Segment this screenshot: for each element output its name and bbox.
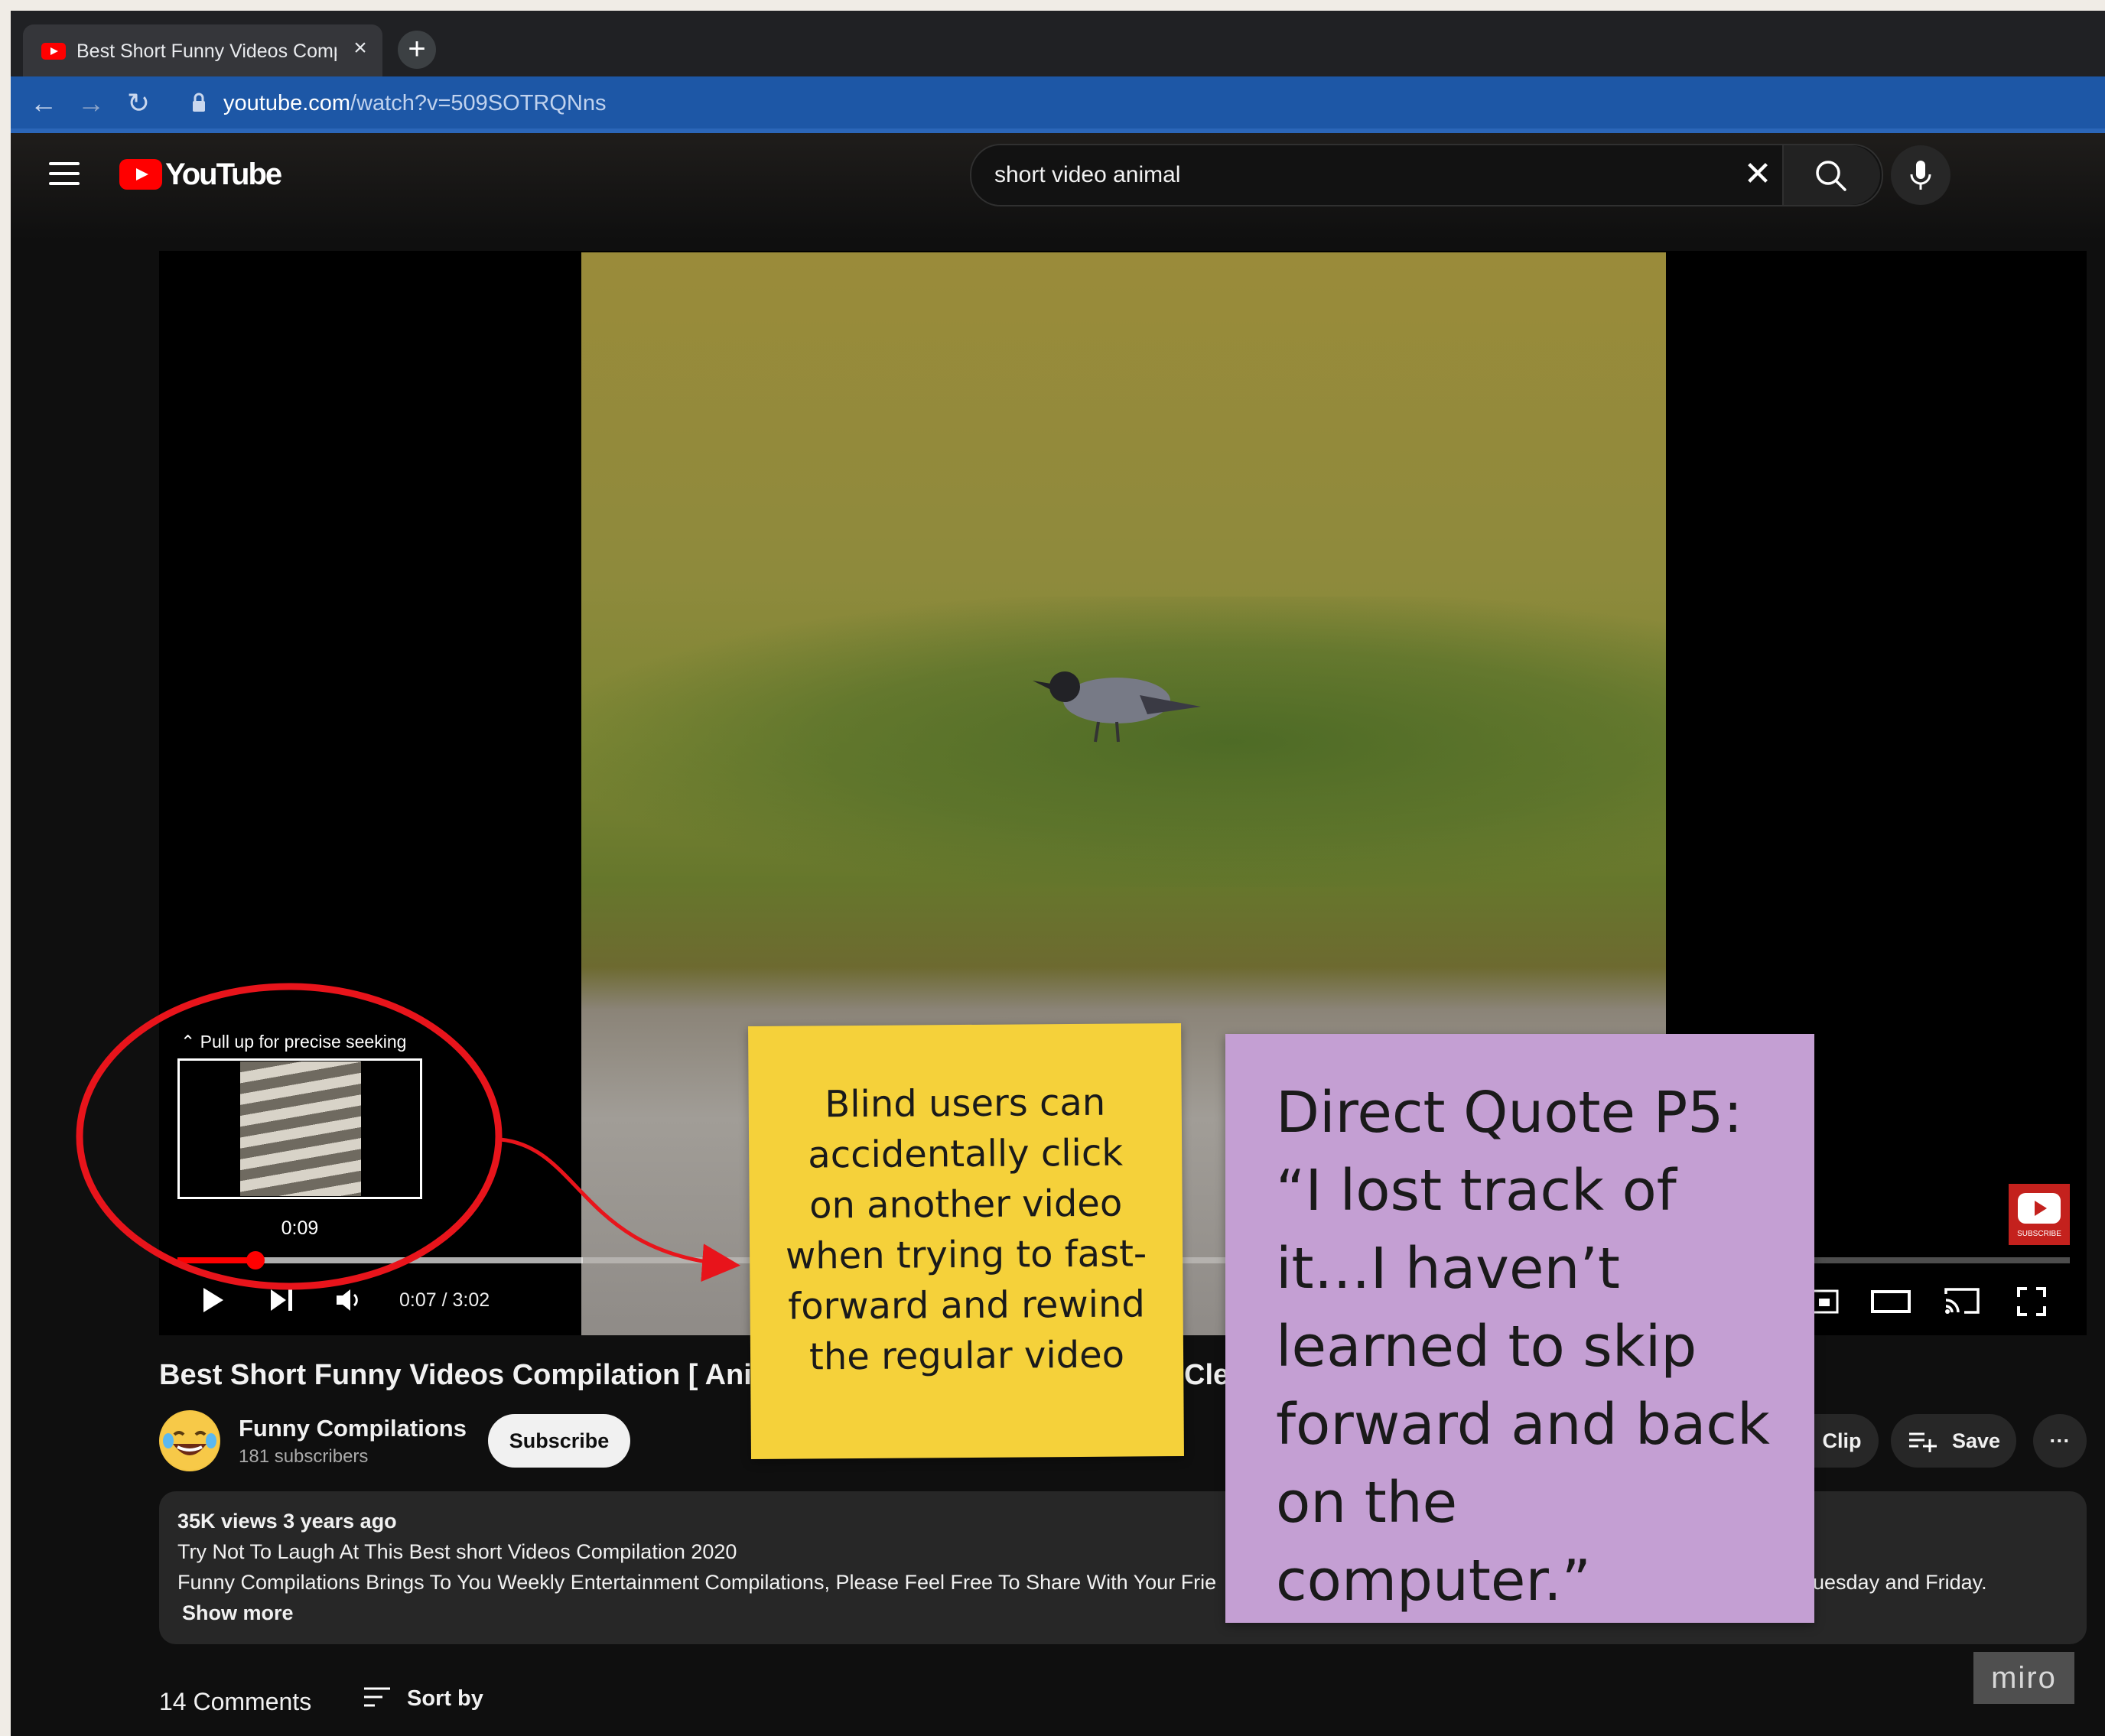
url-domain: youtube.com	[223, 91, 351, 115]
sort-icon[interactable]	[363, 1684, 392, 1712]
voice-search-button[interactable]	[1891, 145, 1950, 205]
subscribe-watermark-label: SUBSCRIBE	[2017, 1230, 2061, 1238]
new-tab-button[interactable]: +	[398, 31, 436, 69]
channel-name[interactable]: Funny Compilations	[239, 1412, 467, 1445]
tab-title[interactable]: Best Short Funny Videos Comp	[76, 38, 337, 64]
crow-image	[1033, 671, 1201, 743]
description-line-2: Funny Compilations Brings To You Weekly …	[177, 1571, 1217, 1594]
search-button[interactable]	[1782, 145, 1880, 205]
purple-sticky-note-text: Direct Quote P5: “I lost track of it…I h…	[1276, 1080, 1770, 1614]
progress-scrubber-handle[interactable]	[246, 1251, 265, 1269]
view-count-date: 35K views 3 years ago	[177, 1510, 397, 1533]
youtube-favicon-icon	[41, 43, 66, 60]
lock-icon[interactable]	[191, 92, 207, 113]
youtube-logo-text[interactable]: YouTube	[165, 153, 282, 196]
subscriber-count: 181 subscribers	[239, 1446, 369, 1467]
save-label: Save	[1952, 1429, 2001, 1452]
seek-preview-time: 0:09	[281, 1217, 319, 1239]
fullscreen-icon[interactable]	[2016, 1286, 2047, 1317]
search-input[interactable]	[993, 144, 1684, 206]
subscribe-button[interactable]: Subscribe	[488, 1414, 630, 1468]
cast-icon[interactable]	[1943, 1286, 1981, 1315]
search-icon	[1816, 161, 1846, 191]
url-text[interactable]: youtube.com/watch?v=509SOTRQNns	[223, 76, 607, 130]
next-icon[interactable]	[266, 1285, 297, 1315]
progress-played	[177, 1257, 255, 1263]
time-display: 0:07 / 3:02	[399, 1289, 490, 1311]
seek-preview-image	[240, 1061, 361, 1196]
theater-mode-icon[interactable]	[1871, 1289, 1911, 1314]
back-icon[interactable]: ←	[24, 76, 63, 130]
description-line-1: Try Not To Laugh At This Best short Vide…	[177, 1540, 737, 1563]
clip-label: Clip	[1822, 1429, 1862, 1452]
save-button[interactable]: Save	[1891, 1414, 2016, 1468]
miro-badge: miro	[1973, 1652, 2074, 1704]
show-more-link[interactable]: Show more	[182, 1598, 294, 1627]
video-title: Best Short Funny Videos Compilation [ An…	[159, 1359, 802, 1391]
subscribe-watermark[interactable]: SUBSCRIBE	[2009, 1184, 2070, 1245]
tab-close-icon[interactable]: ×	[347, 35, 373, 61]
clear-search-icon[interactable]: ✕	[1741, 158, 1775, 191]
reload-icon[interactable]: ↻	[119, 76, 158, 130]
video-title-tail: Cle	[1184, 1359, 1230, 1391]
volume-icon[interactable]	[333, 1285, 364, 1315]
microphone-icon	[1910, 161, 1931, 190]
forward-icon[interactable]: →	[72, 76, 110, 130]
seek-hint: ⌃ Pull up for precise seeking	[181, 1032, 407, 1052]
yellow-sticky-note-text: Blind users can accidentally click on an…	[785, 1081, 1147, 1379]
menu-icon[interactable]	[49, 162, 80, 185]
url-path: /watch?v=509SOTRQNns	[350, 91, 607, 115]
yellow-sticky-note[interactable]: Blind users can accidentally click on an…	[748, 1023, 1184, 1459]
laughing-emoji-icon	[161, 1412, 219, 1470]
youtube-logo-icon[interactable]	[119, 159, 162, 190]
sort-by-button[interactable]: Sort by	[407, 1679, 483, 1718]
purple-sticky-note[interactable]: Direct Quote P5: “I lost track of it…I h…	[1225, 1034, 1814, 1623]
add-to-playlist-icon	[1909, 1432, 1937, 1452]
more-actions-button[interactable]: ···	[2033, 1414, 2087, 1468]
play-icon[interactable]	[197, 1285, 228, 1315]
channel-avatar[interactable]	[159, 1410, 220, 1471]
comments-count: 14 Comments	[159, 1688, 312, 1715]
description-line-2-tail: uesday and Friday.	[1813, 1571, 1987, 1594]
